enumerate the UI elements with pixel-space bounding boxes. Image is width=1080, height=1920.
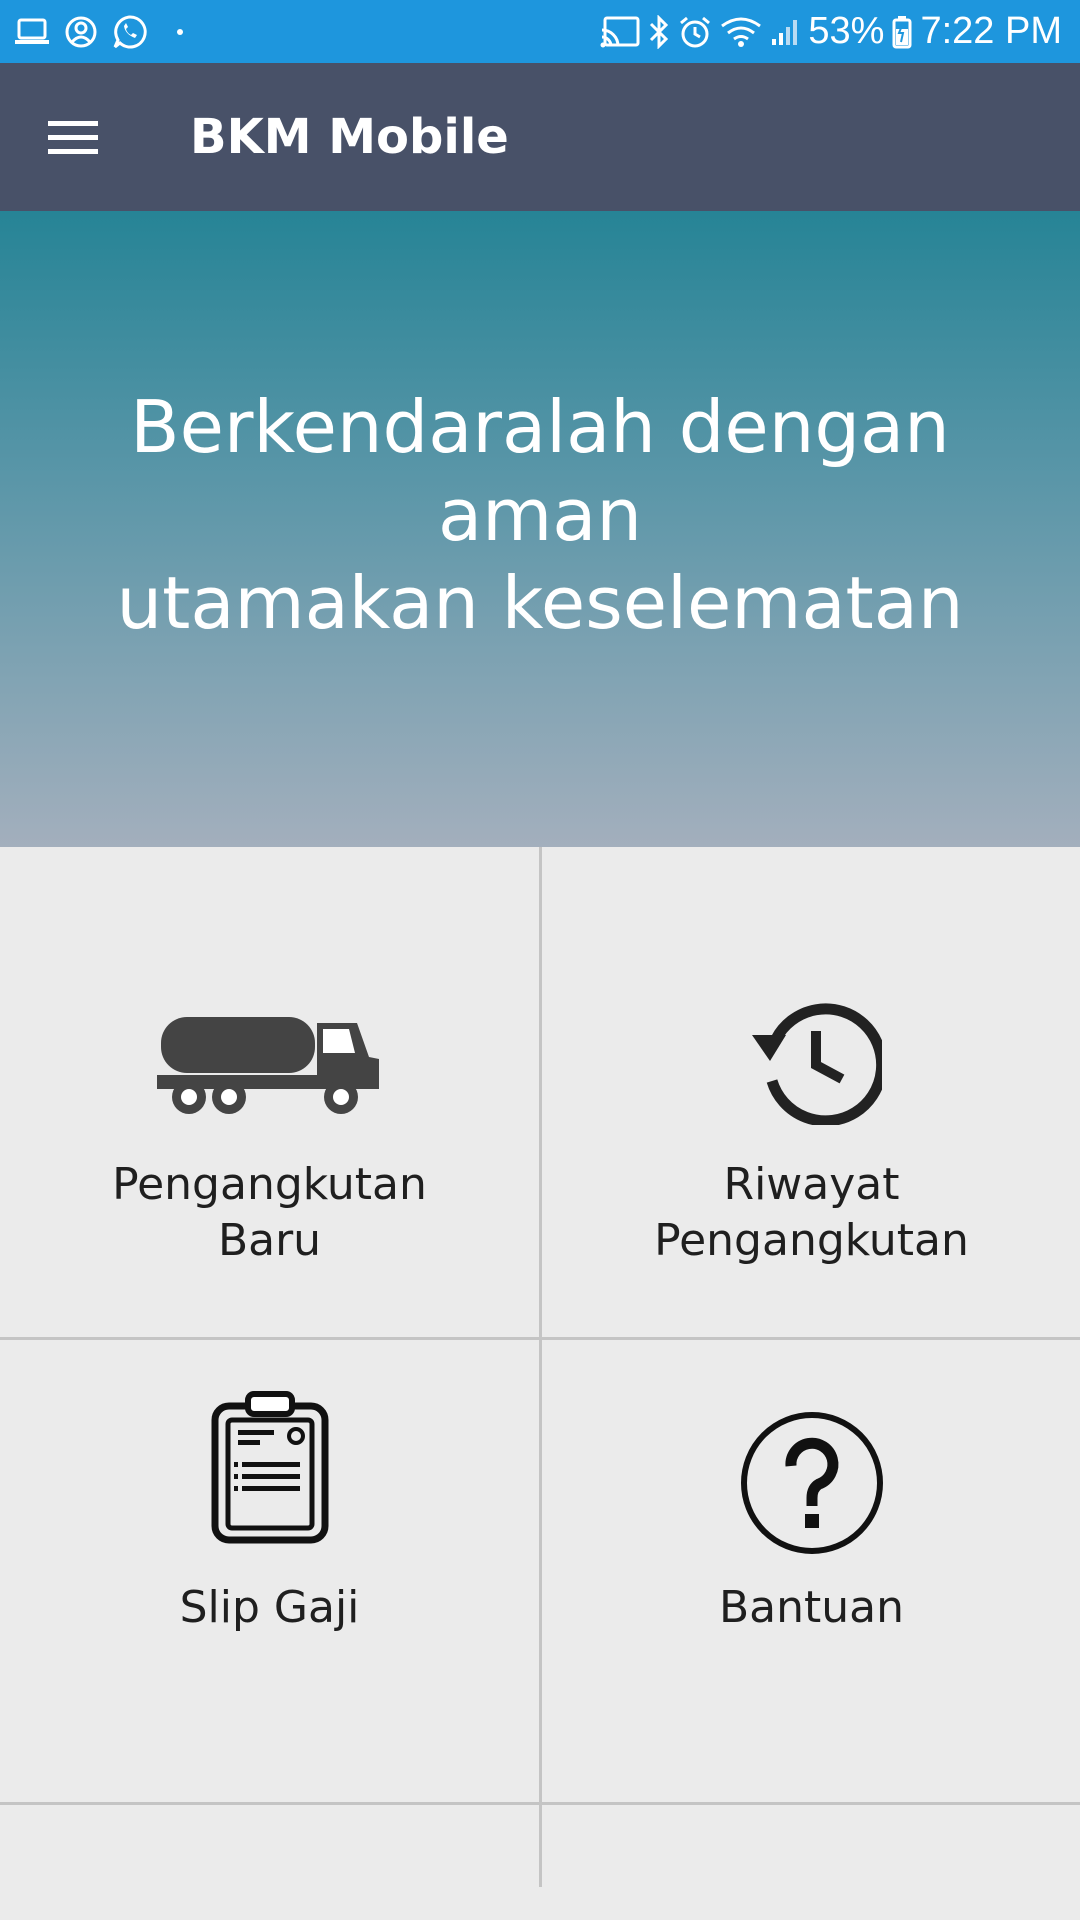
menu-label-line-1: Riwayat [723,1159,900,1210]
menu-label-line-2: Pengangkutan [654,1215,969,1266]
menu-label: Pengangkutan Baru [0,1157,539,1269]
menu-label: Slip Gaji [179,1582,360,1633]
app-bar: BKM Mobile [0,63,1080,211]
menu-tile-slip-gaji[interactable]: Slip Gaji [0,1340,539,1802]
cast-icon [600,16,640,48]
whatsapp-icon [112,14,148,50]
status-left-icons [14,0,184,63]
alarm-icon [678,15,712,49]
menu-tile-pengangkutan-baru[interactable]: Pengangkutan Baru [0,847,539,1337]
menu-tile-bantuan[interactable]: Bantuan [542,1340,1080,1802]
safety-banner: Berkendaralah dengan aman utamakan kesel… [0,211,1080,847]
tanker-truck-icon [0,1013,539,1117]
history-icon [542,995,1080,1125]
signal-icon [770,17,800,47]
bluetooth-icon [648,14,670,49]
menu-grid: Pengangkutan Baru Riwayat Pengangkutan S… [0,847,1080,1920]
grid-divider-horizontal [0,1802,1080,1805]
dot-icon [176,28,184,36]
help-circle-icon [542,1410,1080,1556]
hamburger-menu-icon[interactable] [30,105,116,169]
menu-label: Bantuan [718,1582,905,1633]
menu-label-line-1: Pengangkutan [112,1159,427,1210]
status-right-icons: 53% 7:22 PM [600,0,1062,63]
account-circle-icon [64,15,98,49]
menu-label-line-2: Baru [217,1215,322,1266]
clock: 7:22 PM [920,10,1062,52]
battery-charging-icon [892,15,912,49]
banner-message: Berkendaralah dengan aman utamakan kesel… [40,383,1040,647]
banner-line-2: utamakan keselematan [116,561,964,645]
app-title: BKM Mobile [190,109,509,165]
clipboard-icon [0,1390,539,1544]
menu-tile-riwayat-pengangkutan[interactable]: Riwayat Pengangkutan [542,847,1080,1337]
laptop-icon [14,17,50,47]
banner-line-1: Berkendaralah dengan aman [130,385,950,557]
status-bar: 53% 7:22 PM [0,0,1080,63]
menu-label: Riwayat Pengangkutan [542,1157,1080,1269]
battery-percent: 53% [808,10,885,52]
wifi-icon [720,16,762,48]
